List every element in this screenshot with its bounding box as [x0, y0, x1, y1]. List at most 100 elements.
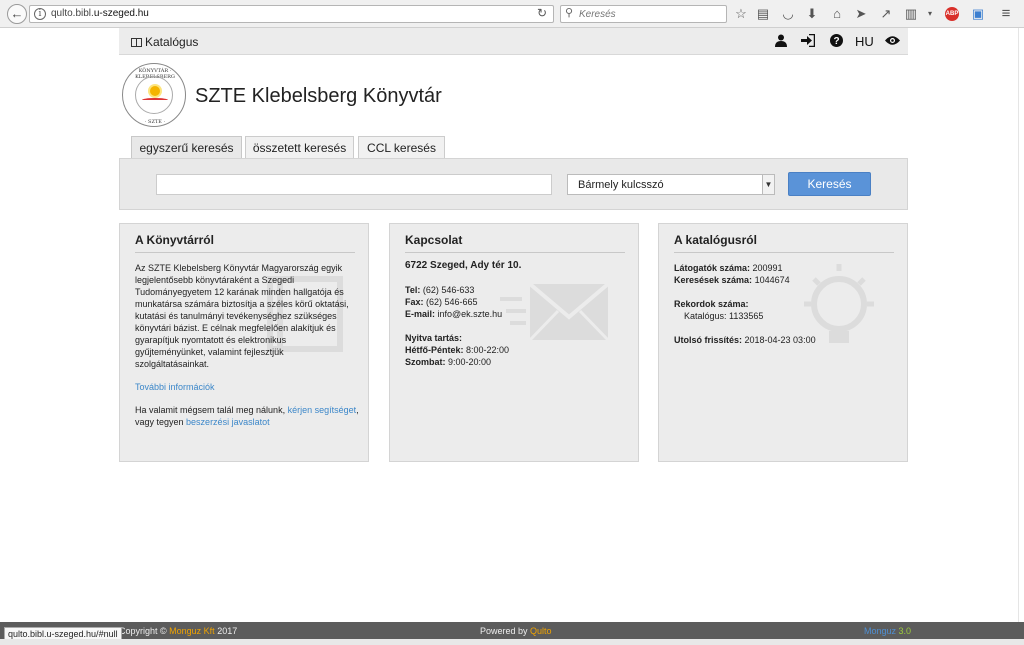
copyright-prefix: Copyright © — [119, 626, 170, 636]
search-panel: Bármely kulcsszó ▼ Keresés — [119, 158, 908, 210]
weekday-label: Hétfő-Péntek: — [405, 345, 464, 355]
share-icon[interactable]: ↗ — [878, 6, 894, 22]
help-line2-prefix: vagy tegyen — [135, 417, 187, 427]
url-host: qulto.bibl. — [51, 8, 94, 19]
browser-toolbar: ← i qulto.bibl.u-szeged.hu ↻ ⚲ Keresés ☆… — [0, 0, 1024, 28]
tab-simple-search[interactable]: egyszerű keresés — [131, 136, 242, 160]
email-label: E-mail: — [405, 309, 436, 319]
page-right-edge — [1018, 28, 1024, 622]
updated-value: 2018-04-23 03:00 — [742, 335, 816, 345]
hours-title: Nyitva tartás: — [405, 333, 463, 343]
copyright-year: 2017 — [214, 626, 238, 636]
help-prefix: Ha valamit mégsem talál meg nálunk, — [135, 405, 288, 415]
records-label: Rekordok száma: — [674, 299, 749, 309]
records-catalog-count: Katalógus: 1133565 — [684, 311, 764, 321]
info-icon[interactable]: i — [34, 8, 46, 20]
catalog-panel: A katalógusról Látogatók száma: 200991 K… — [658, 223, 908, 462]
reload-icon[interactable]: ↻ — [537, 6, 547, 20]
more-info-link[interactable]: További információk — [135, 382, 215, 392]
trash-icon[interactable]: ▥ — [903, 6, 919, 22]
catalog-title: A katalógusról — [674, 233, 894, 253]
saturday-label: Szombat: — [405, 357, 446, 367]
back-arrow-icon[interactable]: ← — [7, 4, 27, 24]
url-text: qulto.bibl.u-szeged.hu — [51, 8, 149, 19]
powered-prefix: Powered by — [480, 626, 531, 636]
chevron-down-icon[interactable]: ▼ — [762, 175, 774, 194]
about-body: Az SZTE Klebelsberg Könyvtár Magyarorszá… — [135, 262, 359, 439]
adblock-label: ABP — [945, 11, 959, 17]
site-navbar: Katalógus ? HU — [119, 28, 908, 55]
login-icon[interactable] — [801, 33, 816, 50]
purchase-suggestion-link[interactable]: beszerzési javaslatot — [186, 417, 270, 427]
tab-ccl-search-label: CCL keresés — [367, 141, 436, 155]
fax-label: Fax: — [405, 297, 424, 307]
company-link[interactable]: Monguz Kft — [169, 626, 215, 636]
user-icon[interactable] — [775, 34, 787, 50]
help-comma: , — [356, 405, 359, 415]
browser-search-placeholder: Keresés — [579, 9, 616, 20]
url-bar[interactable]: i qulto.bibl.u-szeged.hu ↻ — [29, 5, 554, 23]
tab-advanced-search-label: összetett keresés — [252, 141, 347, 155]
weekday-hours: 8:00-22:00 — [463, 345, 510, 355]
dropdown-icon[interactable]: ▾ — [922, 6, 938, 22]
university-logo: KÖNYVTÁR · KLEBELSBERG · SZTE · — [122, 63, 186, 127]
searches-count: 1044674 — [752, 275, 790, 285]
fax-value: (62) 546-665 — [423, 297, 478, 307]
version-number: 3.0 — [896, 626, 912, 636]
wave-icon — [142, 98, 168, 102]
note-icon[interactable]: ▣ — [970, 6, 986, 22]
tel-label: Tel: — [405, 285, 421, 295]
logo-bottom-text: · SZTE · — [144, 119, 166, 125]
search-field-select[interactable]: Bármely kulcsszó ▼ — [567, 174, 775, 195]
tab-advanced-search[interactable]: összetett keresés — [245, 136, 354, 159]
star-icon[interactable]: ☆ — [733, 6, 749, 22]
eye-icon[interactable] — [885, 34, 900, 50]
sun-icon — [150, 86, 160, 96]
tab-ccl-search[interactable]: CCL keresés — [358, 136, 445, 159]
updated-label: Utolsó frissítés: — [674, 335, 743, 345]
search-field-value: Bármely kulcsszó — [578, 179, 664, 191]
address: 6722 Szeged, Ady tér 10. — [405, 260, 522, 271]
search-button[interactable]: Keresés — [788, 172, 871, 196]
site-title: SZTE Klebelsberg Könyvtár — [195, 85, 442, 107]
reader-icon[interactable]: ▤ — [755, 6, 771, 22]
language-selector[interactable]: HU — [855, 34, 874, 49]
catalog-link[interactable]: Katalógus — [131, 35, 198, 49]
adblock-icon[interactable]: ABP — [945, 7, 959, 21]
catalog-label: Katalógus — [145, 35, 199, 49]
send-icon[interactable]: ➤ — [853, 6, 869, 22]
qulto-link[interactable]: Qulto — [530, 626, 552, 636]
contact-body: 6722 Szeged, Ady tér 10. Tel: (62) 546-6… — [405, 260, 629, 368]
saturday-hours: 9:00-20:00 — [445, 357, 492, 367]
svg-text:?: ? — [833, 36, 839, 47]
search-icon: ⚲ — [565, 7, 574, 19]
email-value: info@ek.szte.hu — [435, 309, 503, 319]
about-panel: A Könyvtárról Az SZTE Klebelsberg Könyvt… — [119, 223, 369, 462]
visitors-label: Látogatók száma: — [674, 263, 751, 273]
window-bottom-edge — [0, 639, 1024, 645]
contact-title: Kapcsolat — [405, 233, 625, 253]
help-icon[interactable]: ? — [830, 34, 843, 50]
searches-label: Keresések száma: — [674, 275, 753, 285]
url-domain: u-szeged.hu — [93, 8, 149, 19]
search-input[interactable] — [156, 174, 552, 195]
pocket-icon[interactable]: ◡ — [780, 6, 796, 22]
download-icon[interactable]: ⬇ — [804, 6, 820, 22]
powered-by: Powered by Qulto — [480, 626, 552, 636]
book-icon — [131, 38, 142, 47]
catalog-body: Látogatók száma: 200991 Keresések száma:… — [674, 262, 898, 346]
ask-help-link[interactable]: kérjen segítséget — [288, 405, 357, 415]
copyright: Copyright © Monguz Kft 2017 — [119, 626, 237, 636]
visitors-count: 200991 — [750, 263, 783, 273]
page-footer: Copyright © Monguz Kft 2017 Powered by Q… — [0, 622, 1024, 639]
about-title: A Könyvtárról — [135, 233, 355, 253]
monguz-link[interactable]: Monguz — [864, 626, 896, 636]
tab-simple-search-label: egyszerű keresés — [139, 141, 234, 155]
about-text: Az SZTE Klebelsberg Könyvtár Magyarorszá… — [135, 263, 349, 369]
menu-icon[interactable]: ≡ — [998, 6, 1014, 22]
version: Monguz 3.0 — [864, 626, 911, 636]
contact-panel: Kapcsolat 6722 Szeged, Ady tér 10. Tel: … — [389, 223, 639, 462]
home-icon[interactable]: ⌂ — [829, 6, 845, 22]
tel-value: (62) 546-633 — [420, 285, 475, 295]
browser-search-input[interactable]: ⚲ Keresés — [560, 5, 727, 23]
